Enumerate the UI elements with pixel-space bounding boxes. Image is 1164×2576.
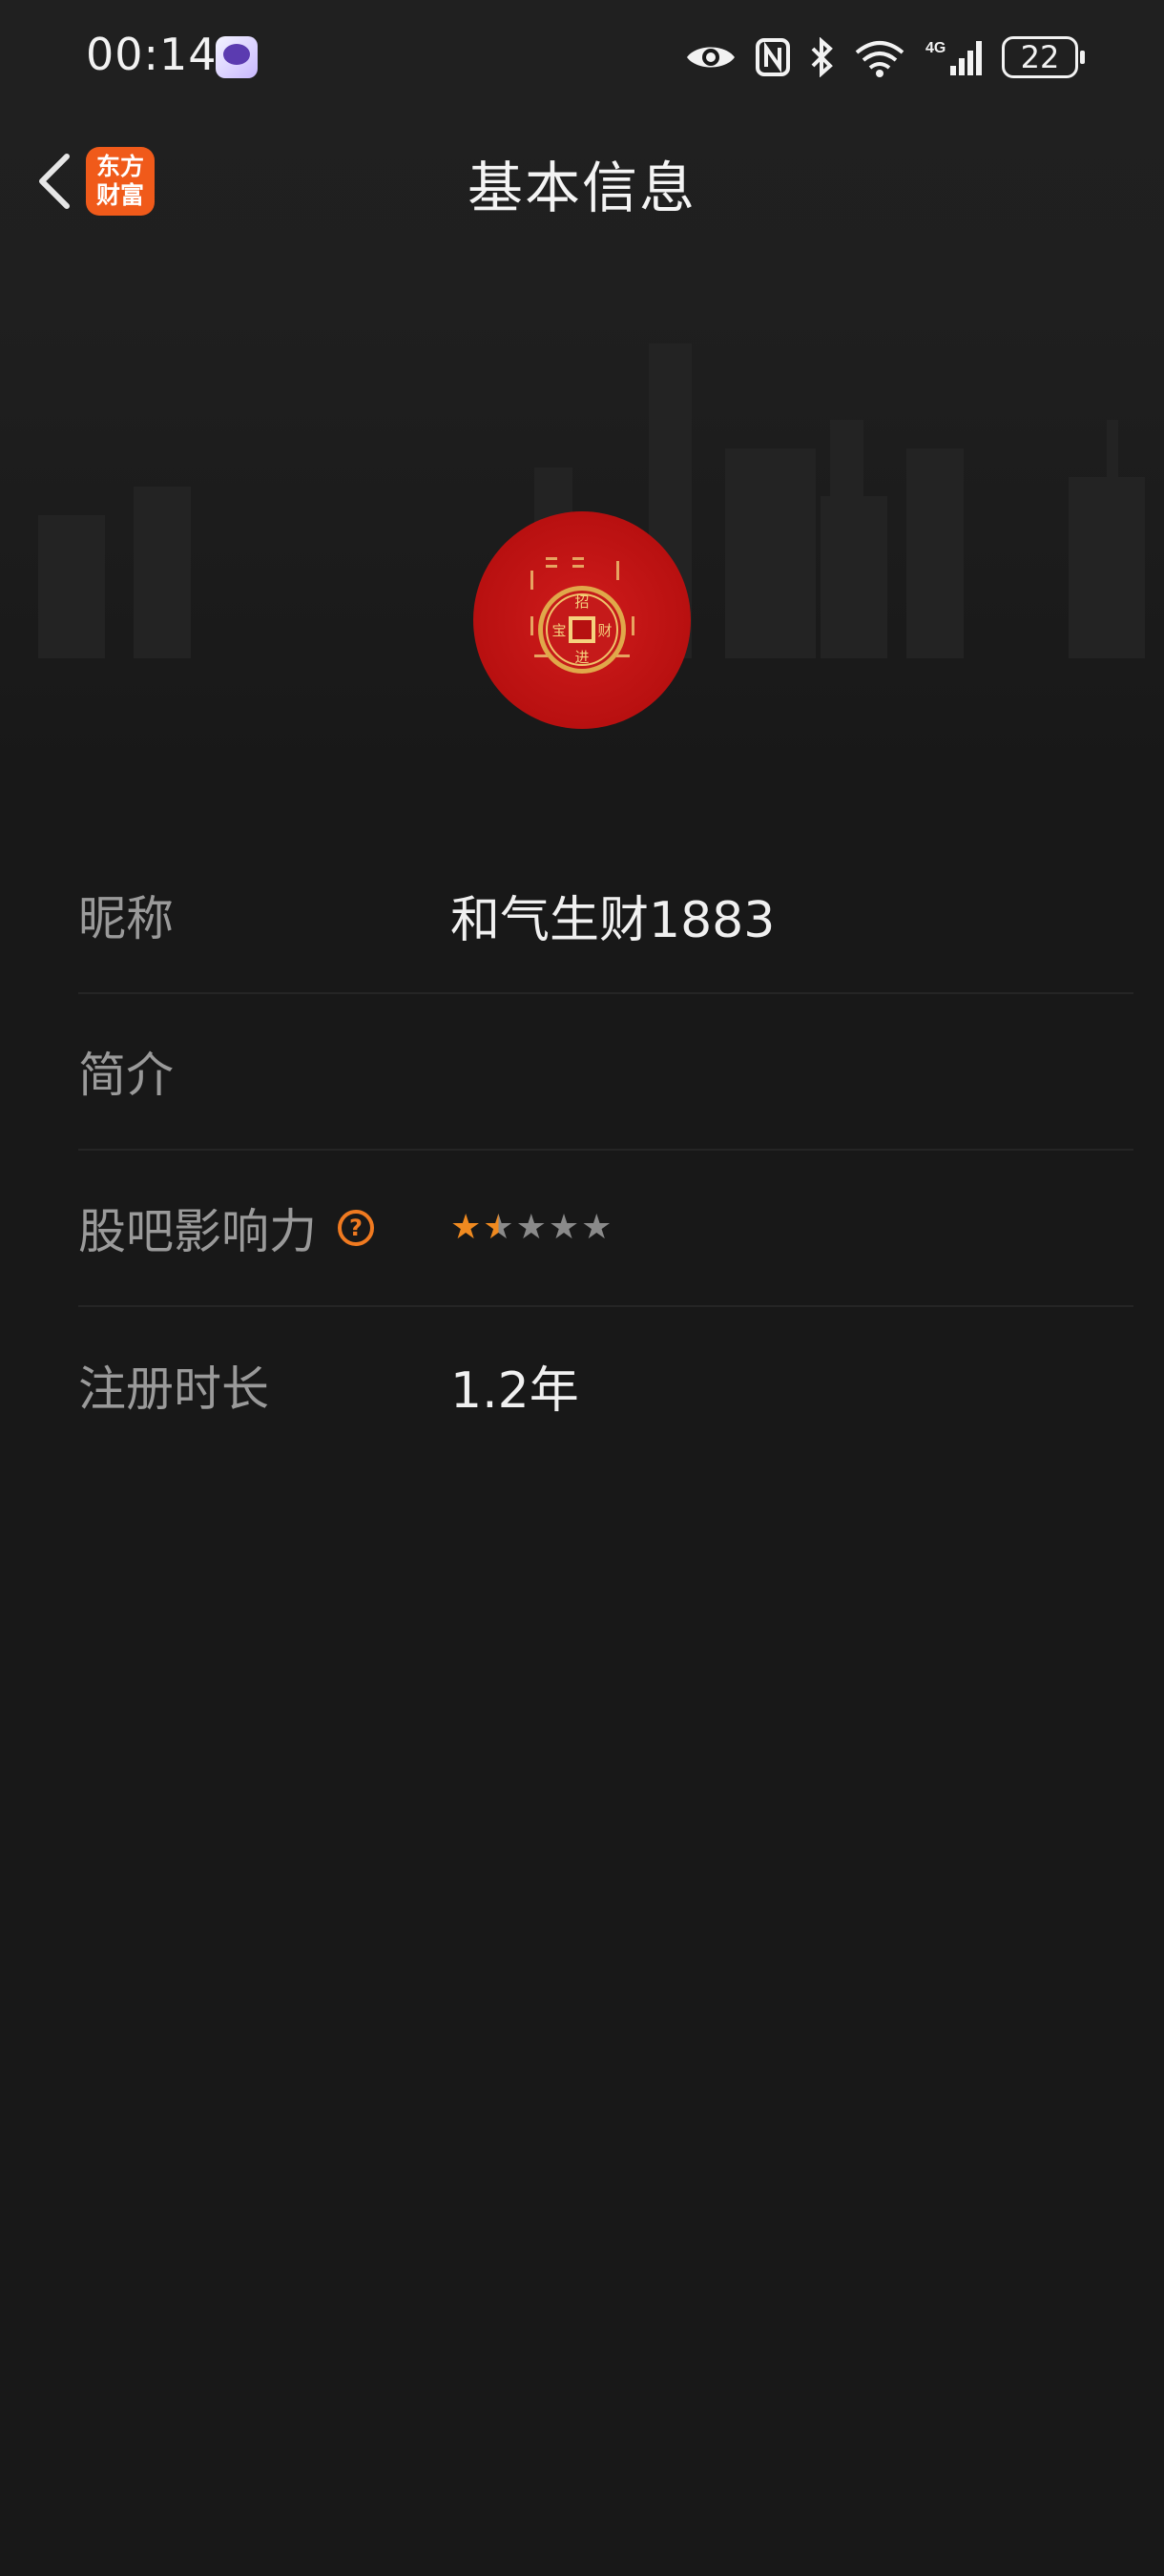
star-icon: ★ — [515, 1208, 547, 1247]
coin-char-left: 宝 — [551, 622, 566, 639]
notification-app-icon — [216, 36, 258, 78]
svg-text:4G: 4G — [925, 40, 946, 56]
avatar[interactable]: 招 财 进 宝 — [473, 511, 691, 729]
nfc-icon — [756, 38, 790, 76]
signal-4g-icon: 4G — [925, 40, 982, 75]
star-icon: ★ — [450, 1208, 482, 1247]
coin-char-bottom: 进 — [574, 649, 589, 666]
question-circle-icon[interactable]: ? — [338, 1210, 374, 1246]
page-title: 基本信息 — [467, 156, 696, 220]
registration-label: 注册时长 — [78, 1361, 269, 1417]
coin-char-right: 财 — [597, 622, 612, 639]
coin-char-top: 招 — [574, 593, 589, 611]
coin-emblem-icon: 招 财 进 宝 — [530, 557, 634, 674]
influence-row: 股吧影响力 ? ★ ★ ★ ★ ★ — [78, 1151, 1133, 1307]
status-bar: 00:14 4G 22 — [0, 0, 1164, 114]
star-icon: ★ — [581, 1208, 613, 1247]
status-icons: 4G 22 — [685, 31, 1085, 84]
star-icon: ★ — [548, 1208, 580, 1247]
star-icon: ★ — [483, 1208, 514, 1247]
nickname-label: 昵称 — [78, 891, 174, 946]
influence-label-group: 股吧影响力 ? — [78, 1194, 450, 1262]
wifi-icon — [855, 41, 904, 77]
status-time: 00:14 — [86, 29, 218, 80]
intro-label: 简介 — [78, 1048, 174, 1103]
registration-row: 注册时长 1.2年 — [78, 1307, 1133, 1464]
registration-value: 1.2年 — [450, 1361, 579, 1420]
bluetooth-icon — [811, 37, 833, 77]
nickname-row[interactable]: 昵称 和气生财1883 — [78, 838, 1133, 994]
eye-icon — [687, 47, 735, 68]
profile-info-list: 昵称 和气生财1883 简介 股吧影响力 ? ★ ★ ★ ★ ★ 注册时长 1.2年 — [78, 838, 1133, 1464]
influence-rating-stars: ★ ★ ★ ★ ★ — [450, 1211, 612, 1245]
battery-indicator: 22 — [1002, 36, 1085, 78]
influence-label: 股吧影响力 — [78, 1204, 317, 1259]
intro-row[interactable]: 简介 — [78, 994, 1133, 1151]
nickname-value: 和气生财1883 — [450, 891, 776, 949]
